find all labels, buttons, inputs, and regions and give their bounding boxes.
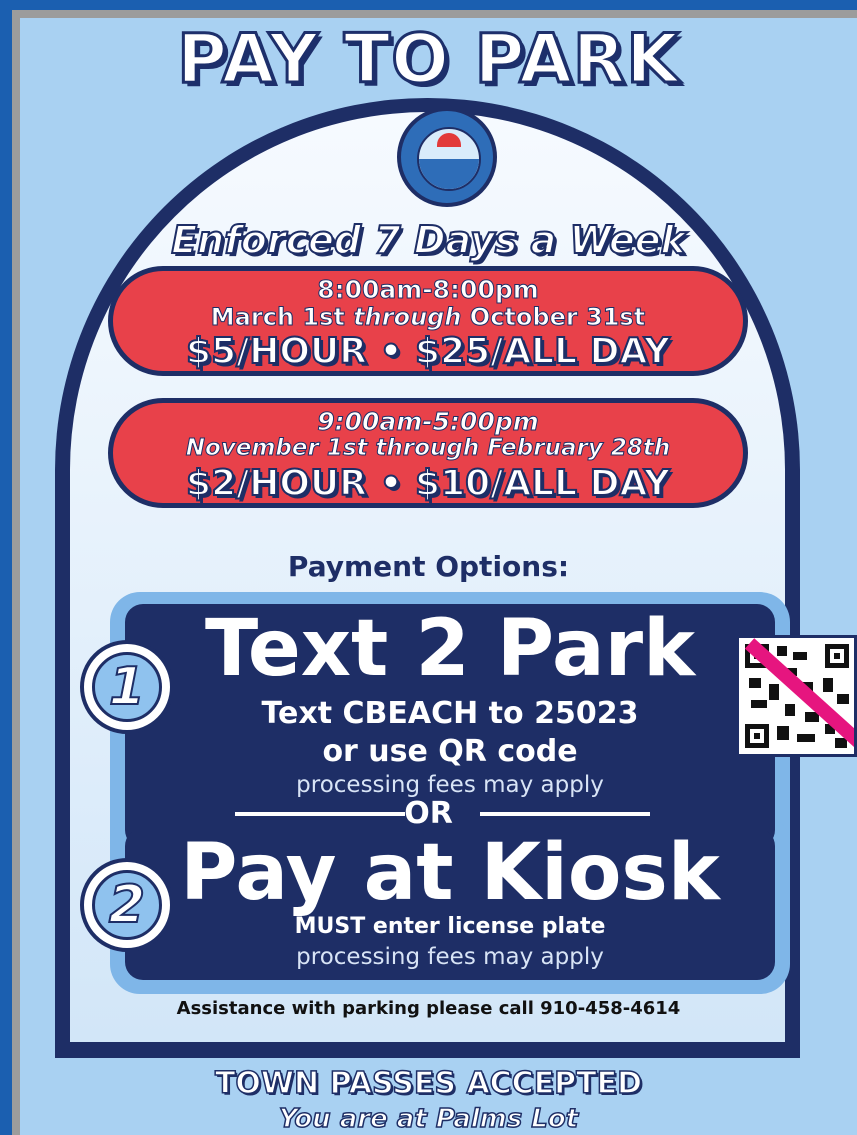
qr-module [777, 726, 789, 740]
option-2-instruction: MUST enter license plate [294, 914, 606, 939]
option-2-number-badge: 2 [80, 858, 174, 952]
town-seal-icon [397, 107, 497, 207]
sign-title: PAY TO PARK [176, 19, 681, 101]
seal-water [419, 159, 479, 189]
summer-price: $5/HOUR • $25/ALL DAY [185, 330, 671, 373]
qr-finder-top-right [825, 644, 849, 668]
qr-module [793, 652, 807, 660]
option-1-qr-instruction: or use QR code [322, 734, 578, 769]
seal-sun [437, 133, 461, 147]
qr-code-icon[interactable] [736, 635, 857, 757]
winter-dates: November 1st through February 28th [185, 435, 671, 462]
enforcement-notice: Enforced 7 Days a Week [170, 217, 687, 263]
qr-module [751, 700, 767, 708]
qr-module [769, 684, 779, 700]
winter-rate-pill: 9:00am-5:00pm November 1st through Febru… [108, 398, 748, 508]
option-2-fee-note: processing fees may apply [296, 944, 604, 970]
summer-hours: 8:00am-8:00pm [317, 275, 540, 305]
option-1-fee-note: processing fees may apply [296, 772, 604, 798]
lot-location-text: You are at Palms Lot [278, 1103, 579, 1135]
qr-module [777, 646, 787, 656]
assistance-phone-text: Assistance with parking please call 910-… [176, 998, 681, 1019]
qr-module [749, 678, 761, 688]
qr-module [785, 704, 795, 716]
payment-options-heading: Payment Options: [287, 550, 570, 583]
option-1-text-instruction: Text CBEACH to 25023 [261, 696, 639, 731]
town-passes-notice: TOWN PASSES ACCEPTED [214, 1065, 643, 1102]
winter-price: $2/HOUR • $10/ALL DAY [185, 462, 671, 505]
seal-emblem [417, 127, 481, 191]
winter-hours: 9:00am-5:00pm [317, 407, 540, 437]
option-1-title: Text 2 Park [205, 604, 695, 694]
qr-module [797, 734, 815, 742]
qr-module [823, 678, 833, 692]
qr-module [837, 694, 849, 704]
option-1-number: 1 [92, 652, 162, 722]
option-1-number-badge: 1 [80, 640, 174, 734]
option-2-title: Pay at Kiosk [180, 828, 720, 918]
or-label: OR [404, 796, 453, 831]
option-pay-at-kiosk: Pay at Kiosk MUST enter license plate pr… [125, 828, 775, 980]
summer-dates: March 1st through October 31st [210, 303, 646, 332]
option-2-number: 2 [92, 870, 162, 940]
qr-finder-bottom-left [745, 724, 769, 748]
summer-rate-pill: 8:00am-8:00pm March 1st through October … [108, 266, 748, 376]
